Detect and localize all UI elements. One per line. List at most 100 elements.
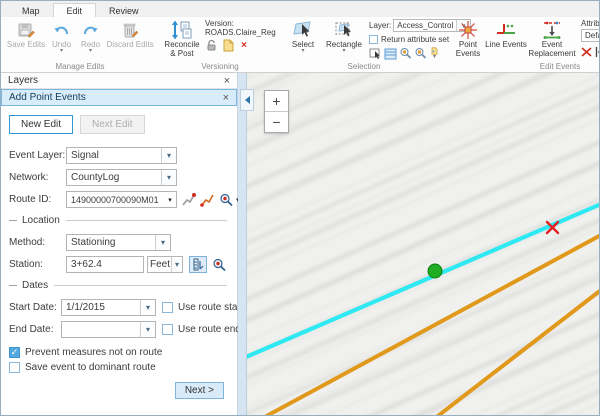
event-layer-label: Event Layer: xyxy=(9,150,66,161)
group-selection: Select ▾ Rectangle ▾ Layer: Access_Contr… xyxy=(283,18,445,72)
method-label: Method: xyxy=(9,237,54,248)
reconcile-icon xyxy=(171,19,193,40)
units-combobox[interactable]: Feet ▾ xyxy=(147,256,183,273)
zoom-in-button[interactable]: + xyxy=(265,91,288,111)
layers-close-icon[interactable]: × xyxy=(224,76,230,86)
new-version-icon[interactable] xyxy=(221,39,235,52)
version-label: Version: xyxy=(205,19,277,28)
map-view[interactable]: + − xyxy=(247,73,599,415)
event-replacement-button[interactable]: Event Replacement xyxy=(525,18,579,59)
end-date-combobox[interactable]: ▾ xyxy=(61,321,156,338)
attribute-table-icon[interactable] xyxy=(384,47,397,60)
new-edit-button[interactable]: New Edit xyxy=(9,115,73,134)
redo-icon xyxy=(82,19,99,40)
offset-event-icon[interactable] xyxy=(595,45,600,58)
attribute-set-value: Default xyxy=(582,31,600,40)
group-label-versioning: Versioning xyxy=(161,62,279,72)
network-label: Network: xyxy=(9,172,66,183)
layers-pane-title: Layers xyxy=(8,75,38,86)
rectangle-select-button[interactable]: Rectangle ▾ xyxy=(321,18,367,55)
network-arrow[interactable]: ▾ xyxy=(161,170,176,185)
start-date-combobox[interactable]: 1/1/2015 ▾ xyxy=(61,299,156,316)
line-events-button[interactable]: Line Events xyxy=(487,18,525,50)
group-label-edit-events: Edit Events xyxy=(449,62,600,72)
clear-selection-icon[interactable]: ▾ xyxy=(429,47,440,60)
start-date-arrow[interactable]: ▾ xyxy=(140,300,155,315)
select-button[interactable]: Select ▾ xyxy=(285,18,321,55)
zoom-out-button[interactable]: − xyxy=(265,111,288,132)
next-edit-button[interactable]: Next Edit xyxy=(80,115,145,134)
map-features-layer xyxy=(247,73,599,415)
method-value: Stationing xyxy=(67,237,155,248)
add-point-events-body: New Edit Next Edit Event Layer: Signal ▾… xyxy=(1,106,237,415)
station-input[interactable]: 3+62.4 xyxy=(66,256,144,273)
method-arrow[interactable]: ▾ xyxy=(155,235,170,250)
select-route-on-map-icon[interactable] xyxy=(181,191,196,208)
redo-dropdown-caret[interactable]: ▾ xyxy=(89,49,92,54)
highlight-route-icon[interactable] xyxy=(200,191,215,208)
app-window: Map Edit Review Save Edits Undo ▾ xyxy=(0,0,600,416)
collapse-panel-tab[interactable] xyxy=(240,89,254,111)
station-value: 3+62.4 xyxy=(67,259,143,270)
event-replacement-icon xyxy=(541,19,563,40)
select-features-icon[interactable] xyxy=(369,47,382,60)
group-label-manage-edits: Manage Edits xyxy=(5,62,155,72)
event-layer-combobox[interactable]: Signal ▾ xyxy=(66,147,177,164)
add-point-events-close-icon[interactable]: × xyxy=(223,93,229,103)
rectangle-select-icon xyxy=(334,19,354,40)
units-arrow[interactable]: ▾ xyxy=(171,257,182,272)
group-label-selection: Selection xyxy=(285,62,443,72)
undo-button[interactable]: Undo ▾ xyxy=(47,18,76,55)
next-button[interactable]: Next > xyxy=(175,382,224,399)
method-combobox[interactable]: Stationing ▾ xyxy=(66,234,171,251)
group-manage-edits: Save Edits Undo ▾ Redo ▾ xyxy=(3,18,157,72)
attribute-set-label: Attribute Set: xyxy=(581,19,600,28)
road-line-2[interactable] xyxy=(434,290,599,415)
use-route-start-date-checkbox[interactable] xyxy=(162,302,173,313)
discard-icon xyxy=(121,19,139,40)
zoom-to-selection-icon[interactable] xyxy=(399,47,412,60)
map-zoom-control: + − xyxy=(264,90,289,133)
unlock-version-icon[interactable] xyxy=(205,39,219,52)
dock-panel: Layers × Add Point Events × New Edit Nex… xyxy=(1,73,238,415)
cancel-event-icon[interactable] xyxy=(581,45,593,58)
network-combobox[interactable]: CountyLog ▾ xyxy=(66,169,177,186)
attribute-set-combobox[interactable]: Default ▾ xyxy=(581,29,600,42)
tab-review[interactable]: Review xyxy=(96,4,152,17)
station-label: Station: xyxy=(9,259,54,270)
delete-version-icon[interactable]: × xyxy=(237,39,251,52)
route-id-arrow[interactable]: ▾ xyxy=(164,196,176,204)
point-events-button[interactable]: Point Events xyxy=(449,18,487,59)
layers-pane-header: Layers × xyxy=(1,73,237,89)
use-route-end-date-checkbox[interactable] xyxy=(162,324,173,335)
tab-edit[interactable]: Edit xyxy=(53,3,97,17)
save-dominant-route-label: Save event to dominant route xyxy=(25,362,156,373)
panel-collapse-strip[interactable] xyxy=(238,73,247,415)
save-dominant-route-checkbox[interactable] xyxy=(9,362,20,373)
zoom-to-route-icon[interactable] xyxy=(219,191,234,208)
add-point-events-header: Add Point Events × xyxy=(1,89,237,106)
end-date-arrow[interactable]: ▾ xyxy=(140,322,155,337)
select-dropdown-caret[interactable]: ▾ xyxy=(301,49,304,54)
return-attribute-set-checkbox[interactable] xyxy=(369,35,378,44)
select-tool-icon xyxy=(293,19,313,40)
pan-to-selection-icon[interactable] xyxy=(414,47,427,60)
prevent-measures-checkbox[interactable]: ✓ xyxy=(9,347,20,358)
redo-button[interactable]: Redo ▾ xyxy=(76,18,105,55)
reconcile-post-button[interactable]: Reconcile & Post xyxy=(161,18,203,59)
save-edits-button[interactable]: Save Edits xyxy=(5,18,47,50)
route-highlight-line[interactable] xyxy=(247,204,599,360)
save-icon xyxy=(17,19,35,40)
route-id-combobox[interactable]: 14900000700090M01 ▾ xyxy=(66,191,177,208)
rectangle-dropdown-caret[interactable]: ▾ xyxy=(342,49,345,54)
road-line-1[interactable] xyxy=(261,235,599,415)
undo-dropdown-caret[interactable]: ▾ xyxy=(60,49,63,54)
group-edit-events: Point Events Line Events Event Replaceme… xyxy=(447,18,600,72)
event-point-marker[interactable] xyxy=(428,264,442,278)
add-point-events-title: Add Point Events xyxy=(9,92,86,103)
zoom-to-station-icon[interactable] xyxy=(211,256,227,273)
tab-map[interactable]: Map xyxy=(9,4,53,17)
station-picker-tool-icon[interactable] xyxy=(189,256,207,273)
discard-edits-button[interactable]: Discard Edits xyxy=(105,18,155,50)
event-layer-arrow[interactable]: ▾ xyxy=(161,148,176,163)
